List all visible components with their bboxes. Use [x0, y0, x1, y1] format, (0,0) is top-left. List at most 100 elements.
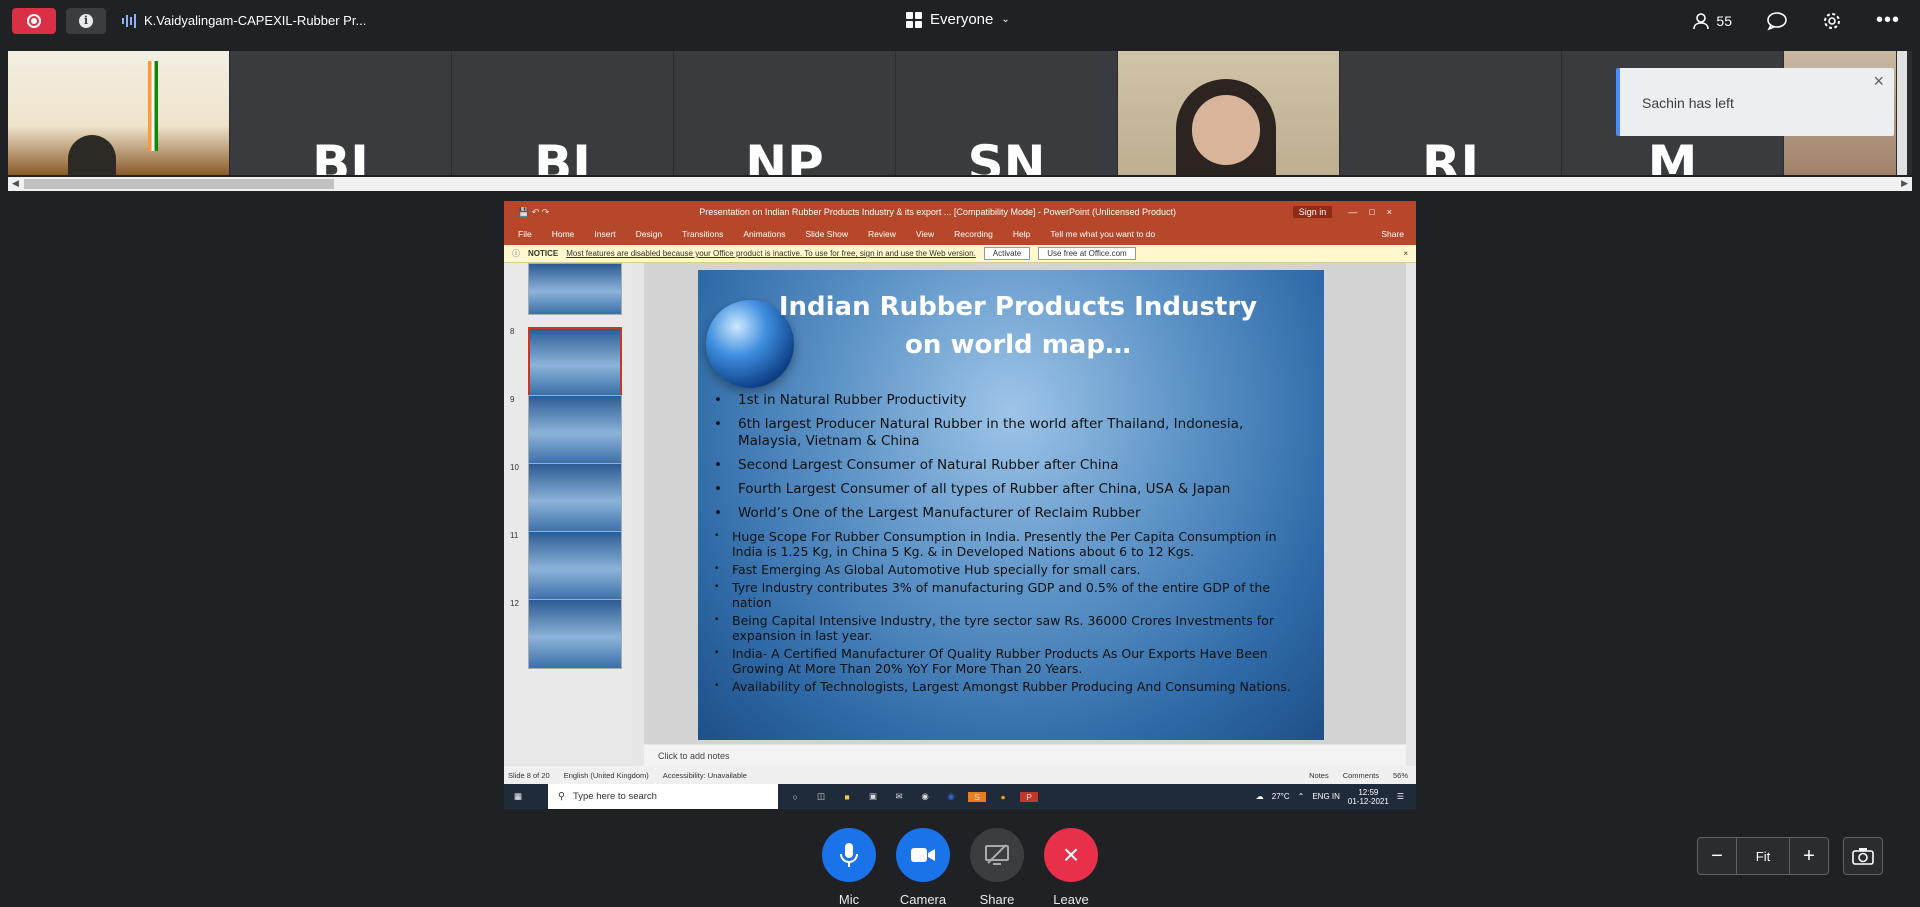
edge-icon[interactable]: ◉ — [942, 791, 960, 802]
tell-me-search[interactable]: Tell me what you want to do — [1050, 229, 1155, 239]
ribbon-tabs: File Home Insert Design Transitions Anim… — [504, 223, 1416, 245]
tab-home[interactable]: Home — [552, 229, 575, 239]
participants-button[interactable]: 55 — [1692, 12, 1732, 30]
participant-tile[interactable] — [8, 51, 229, 175]
zoom-controls: − Fit + — [1697, 837, 1829, 875]
notes-pane[interactable]: Click to add notes — [644, 745, 1406, 766]
slide-bullets: 1st in Natural Rubber Productivity 6th l… — [712, 392, 1310, 697]
close-icon[interactable]: × — [1403, 249, 1408, 258]
mail-icon[interactable]: ✉ — [890, 791, 908, 802]
camera-button[interactable] — [896, 828, 950, 882]
screenshot-button[interactable] — [1843, 837, 1883, 875]
sub-bullet-item: Being Capital Intensive Industry, the ty… — [712, 613, 1310, 643]
weather-icon: ☁ — [1255, 792, 1264, 801]
zoom-in-button[interactable]: + — [1790, 838, 1828, 874]
camera-label: Camera — [899, 892, 947, 907]
gear-icon — [1823, 12, 1840, 29]
taskbar-search[interactable]: ⚲ Type here to search — [548, 784, 779, 809]
scrollbar-thumb[interactable] — [24, 179, 334, 189]
bullet-item: 6th largest Producer Natural Rubber in t… — [712, 416, 1310, 450]
leave-label: Leave — [1053, 892, 1089, 907]
view-mode-label: Everyone — [930, 11, 994, 28]
tab-review[interactable]: Review — [868, 229, 896, 239]
camera-control[interactable]: Camera — [893, 828, 953, 907]
task-view-icon[interactable]: ◫ — [812, 791, 830, 802]
strip-vertical-scrollbar[interactable] — [1897, 51, 1907, 175]
bullet-item: Second Largest Consumer of Natural Rubbe… — [712, 457, 1310, 474]
windows-start-icon[interactable]: ▦ — [514, 791, 522, 802]
mic-button[interactable] — [822, 828, 876, 882]
chat-button[interactable] — [1766, 11, 1788, 31]
tab-recording[interactable]: Recording — [954, 229, 993, 239]
tray-chevron-icon[interactable]: ⌃ — [1298, 792, 1305, 801]
participant-tile[interactable]: BI — [230, 51, 451, 175]
language-indicator[interactable]: ENG IN — [1312, 792, 1340, 801]
slide-thumbnail[interactable] — [528, 263, 622, 315]
clock[interactable]: 12:59 01-12-2021 — [1348, 788, 1389, 806]
notification-icon[interactable]: ☰ — [1397, 792, 1404, 801]
window-controls[interactable]: —□× — [1348, 207, 1404, 217]
chrome-icon[interactable]: ◉ — [916, 791, 934, 802]
tab-view[interactable]: View — [916, 229, 934, 239]
sign-in-button[interactable]: Sign in — [1292, 206, 1333, 218]
participant-tile[interactable]: SN — [896, 51, 1117, 175]
status-comments-button[interactable]: Comments — [1343, 771, 1379, 780]
share-ribbon-button[interactable]: Share — [1381, 229, 1404, 239]
participant-count: 55 — [1716, 12, 1732, 29]
leave-button[interactable]: × — [1044, 828, 1098, 882]
app-icon[interactable]: ● — [994, 792, 1012, 802]
chevron-down-icon: ⌄ — [1001, 14, 1010, 25]
slide-thumbnail[interactable] — [528, 463, 622, 533]
cortana-icon[interactable]: ○ — [786, 792, 804, 802]
tab-file[interactable]: File — [518, 229, 532, 239]
share-control[interactable]: Share — [967, 828, 1027, 907]
app-icon[interactable]: S — [968, 791, 987, 802]
clock-time: 12:59 — [1358, 787, 1379, 797]
tab-slide-show[interactable]: Slide Show — [805, 229, 848, 239]
powerpoint-icon[interactable]: P — [1020, 791, 1039, 802]
slide-number: 8 — [510, 327, 515, 336]
strip-horizontal-scrollbar[interactable]: ◀ ▶ — [8, 177, 1912, 191]
view-selector[interactable]: Everyone ⌄ — [906, 11, 1010, 28]
status-accessibility[interactable]: Accessibility: Unavailable — [663, 771, 747, 780]
notification-toast: Sachin has left × — [1616, 68, 1894, 136]
scroll-right-icon[interactable]: ▶ — [1901, 178, 1908, 189]
slide-thumbnail[interactable] — [528, 395, 622, 465]
tab-animations[interactable]: Animations — [743, 229, 785, 239]
slide: Indian Rubber Products Industry on world… — [698, 270, 1324, 740]
settings-button[interactable] — [1822, 11, 1842, 31]
slide-title-line: Indian Rubber Products Industry — [778, 292, 1258, 322]
status-notes-button[interactable]: Notes — [1309, 771, 1329, 780]
slide-thumbnail[interactable] — [528, 531, 622, 601]
slide-thumbnail[interactable] — [528, 599, 622, 669]
participant-tile[interactable] — [1118, 51, 1339, 175]
status-zoom[interactable]: 56% — [1393, 771, 1408, 780]
scroll-left-icon[interactable]: ◀ — [12, 178, 19, 189]
close-icon[interactable]: × — [1873, 71, 1884, 92]
recording-button[interactable] — [12, 8, 56, 34]
tab-insert[interactable]: Insert — [594, 229, 615, 239]
tab-help[interactable]: Help — [1013, 229, 1030, 239]
activate-button[interactable]: Activate — [983, 247, 1031, 260]
sub-bullet-item: Huge Scope For Rubber Consumption in Ind… — [712, 529, 1310, 559]
participant-tile[interactable]: RI — [1340, 51, 1561, 175]
more-options-button[interactable]: ••• — [1876, 9, 1900, 32]
meeting-info-button[interactable]: i — [66, 8, 106, 34]
mic-control[interactable]: Mic — [819, 828, 879, 907]
taskbar-search-placeholder: Type here to search — [573, 791, 657, 802]
participant-tile[interactable]: NP — [674, 51, 895, 175]
zoom-fit-button[interactable]: Fit — [1736, 838, 1790, 874]
tab-transitions[interactable]: Transitions — [682, 229, 723, 239]
record-icon — [27, 14, 41, 28]
participant-tile[interactable]: BI — [452, 51, 673, 175]
store-icon[interactable]: ▣ — [864, 791, 882, 802]
share-button[interactable] — [970, 828, 1024, 882]
tab-design[interactable]: Design — [636, 229, 662, 239]
leave-control[interactable]: × Leave — [1041, 828, 1101, 907]
slide-thumbnail-selected[interactable] — [528, 327, 622, 397]
file-explorer-icon[interactable]: ■ — [838, 792, 856, 802]
meeting-controls: Mic Camera Share × Leave − Fit + — [0, 812, 1920, 907]
use-free-button[interactable]: Use free at Office.com — [1038, 247, 1136, 260]
status-language[interactable]: English (United Kingdom) — [564, 771, 649, 780]
zoom-out-button[interactable]: − — [1698, 838, 1736, 874]
